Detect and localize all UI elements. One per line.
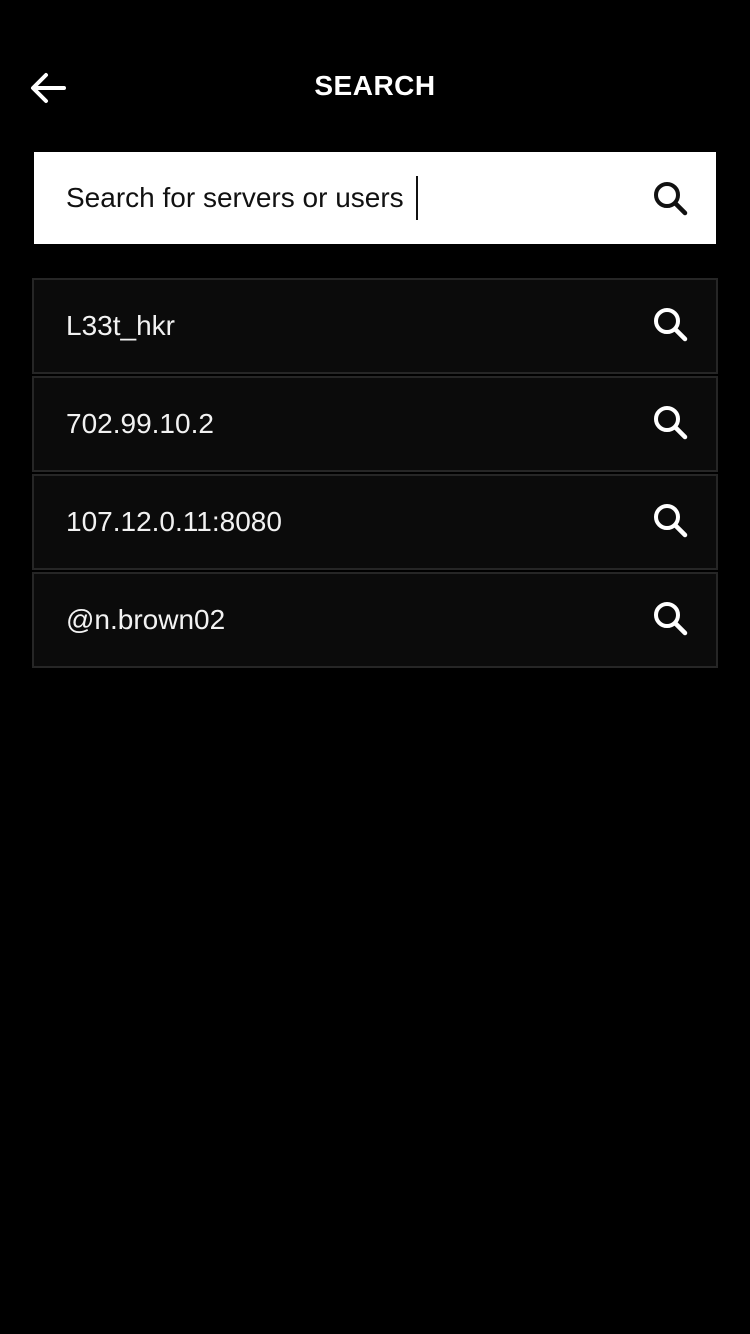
search-icon[interactable] [650,402,690,442]
search-icon[interactable] [650,598,690,638]
result-label: 107.12.0.11:8080 [66,506,282,537]
search-icon[interactable] [650,500,690,540]
search-icon[interactable] [650,304,690,344]
list-item[interactable]: L33t_hkr [32,278,718,374]
search-placeholder: Search for servers or users [66,182,404,213]
search-input[interactable]: Search for servers or users [66,152,626,244]
search-results-list: L33t_hkr 702.99.10.2 107.12.0.11:8080 @n… [32,278,718,670]
list-item[interactable]: 702.99.10.2 [32,376,718,472]
search-icon [654,182,688,216]
list-item[interactable]: 107.12.0.11:8080 [32,474,718,570]
search-submit-button[interactable] [648,176,692,220]
list-item[interactable]: @n.brown02 [32,572,718,668]
page-title: SEARCH [314,70,436,101]
result-label: @n.brown02 [66,604,226,635]
text-caret [415,176,418,220]
header-bar: SEARCH [0,0,750,150]
search-box[interactable]: Search for servers or users [34,152,716,244]
result-label: L33t_hkr [66,310,175,341]
result-label: 702.99.10.2 [66,408,214,439]
